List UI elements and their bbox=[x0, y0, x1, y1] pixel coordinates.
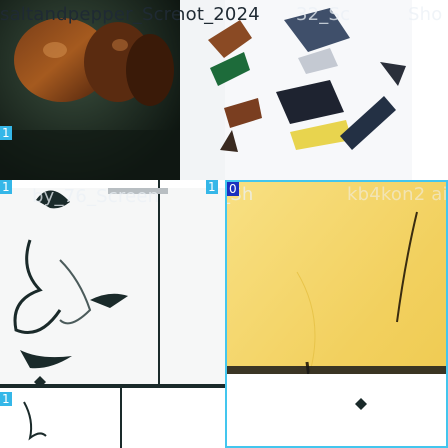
mechanical-parts-tile[interactable]: hot_2024 32_Sc Sho bbox=[180, 0, 448, 180]
cracked-vase-image bbox=[0, 180, 225, 448]
cracked-vase-tile[interactable]: by_76_Screen 1 1 bbox=[0, 180, 225, 448]
parts-tile-index: 1 bbox=[206, 180, 218, 194]
fabric-tile-index: 0 bbox=[227, 182, 239, 196]
vase-tile-bottom-index: 1 bbox=[0, 392, 12, 406]
vase-tile-index: 1 bbox=[0, 180, 12, 194]
yellow-fabric-image bbox=[227, 182, 446, 446]
yellow-fabric-tile[interactable]: _Sh kb4kon2 ai 0 bbox=[225, 180, 448, 448]
food-photo-image bbox=[0, 0, 180, 180]
food-photo-tile[interactable]: saltandpepper_Scree bbox=[0, 0, 180, 180]
food-tile-index: 1 bbox=[0, 126, 12, 140]
mechanical-parts-image bbox=[180, 0, 448, 180]
